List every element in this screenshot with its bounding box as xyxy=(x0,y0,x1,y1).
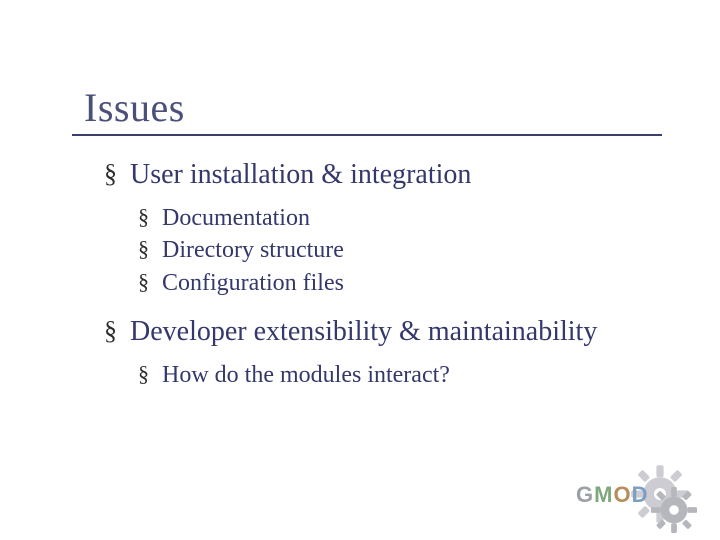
logo-letter-o: O xyxy=(613,482,631,507)
sub-bullet-text: Configuration files xyxy=(162,270,344,296)
slide-body: User installation & integration Document… xyxy=(104,156,664,405)
sub-bullet-item: How do the modules interact? xyxy=(138,359,664,391)
bullet-text: Developer extensibility & maintainabilit… xyxy=(130,316,597,347)
bullet-item: Developer extensibility & maintainabilit… xyxy=(104,313,664,391)
bullet-item: User installation & integration Document… xyxy=(104,156,664,299)
logo-letter-g: G xyxy=(576,482,594,507)
slide-title: Issues xyxy=(84,84,185,131)
sub-bullet-item: Configuration files xyxy=(138,267,664,299)
bullet-list: User installation & integration Document… xyxy=(104,156,664,391)
bullet-text: User installation & integration xyxy=(130,159,471,190)
sub-bullet-item: Directory structure xyxy=(138,234,664,266)
gmod-logo: GMOD xyxy=(572,464,702,524)
logo-letter-d: D xyxy=(632,482,649,507)
sub-bullet-item: Documentation xyxy=(138,202,664,234)
logo-text: GMOD xyxy=(576,482,648,508)
sub-bullet-list: How do the modules interact? xyxy=(138,359,664,391)
sub-bullet-text: Documentation xyxy=(162,205,310,231)
title-underline xyxy=(72,134,662,136)
sub-bullet-text: Directory structure xyxy=(162,237,344,263)
slide: Issues User installation & integration D… xyxy=(0,0,720,540)
sub-bullet-text: How do the modules interact? xyxy=(162,362,450,388)
sub-bullet-list: Documentation Directory structure Config… xyxy=(138,202,664,299)
gear-icon xyxy=(650,486,698,534)
logo-letter-m: M xyxy=(594,482,613,507)
